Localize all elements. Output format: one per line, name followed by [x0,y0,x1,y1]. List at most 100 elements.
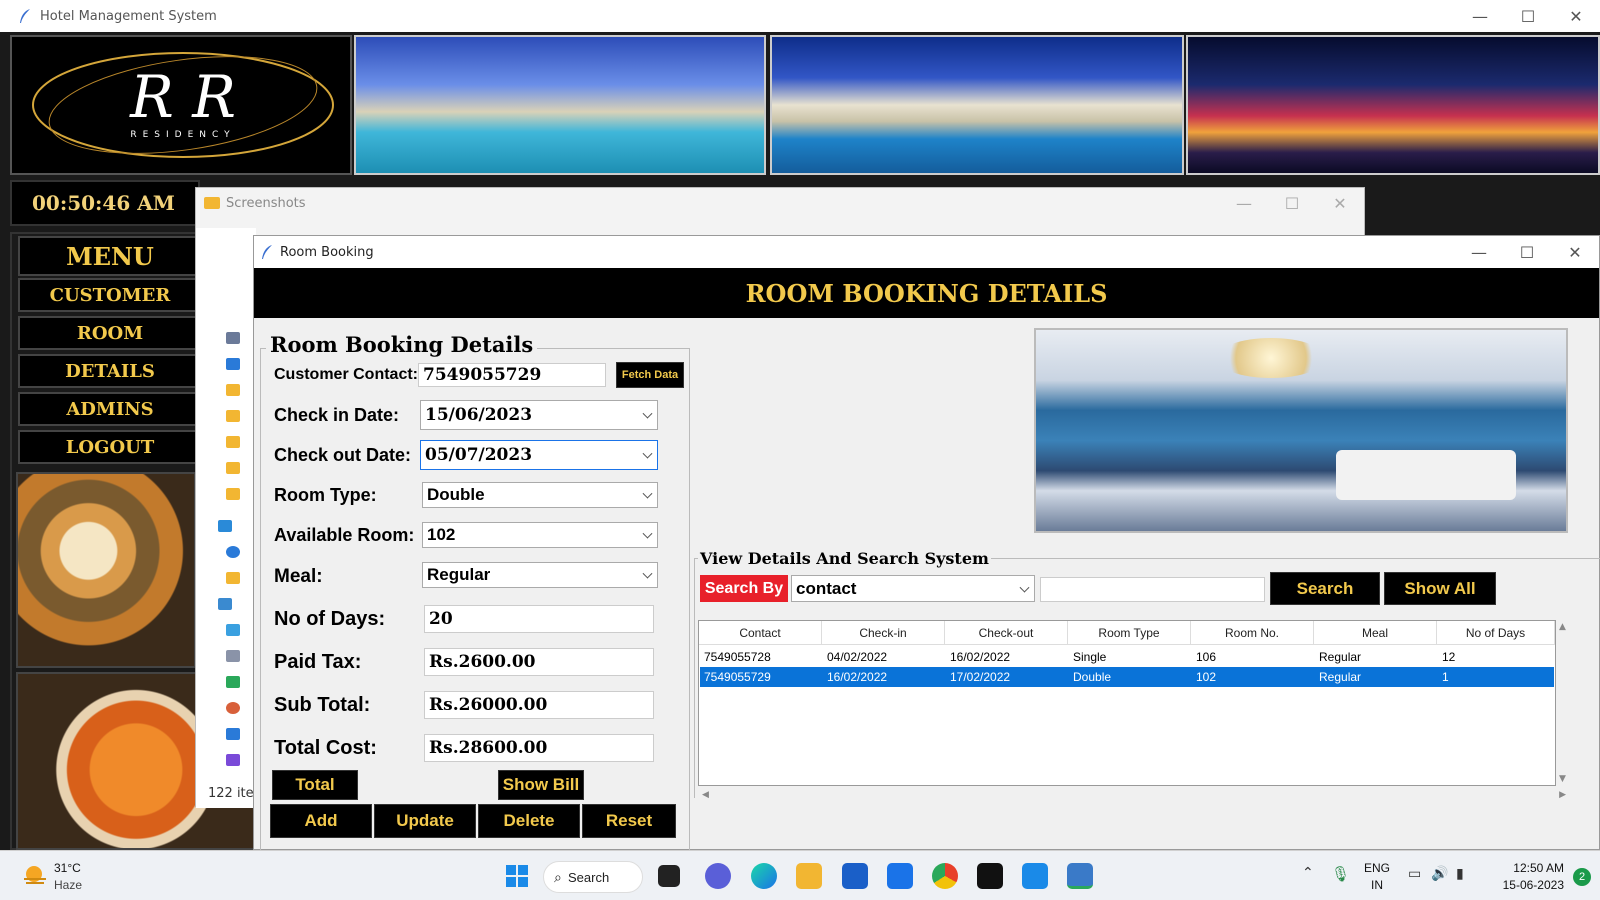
scroll-right-icon[interactable]: ▶ [1559,790,1566,800]
language-indicator-top[interactable]: ENG [1362,861,1392,875]
customer-contact-input[interactable]: 7549055729 [418,363,606,387]
table-cell: 1 [1442,670,1449,684]
notification-badge[interactable]: 2 [1573,868,1591,886]
column-header[interactable]: Room No. [1191,621,1314,645]
menu-title: MENU [18,236,202,276]
windows-start-icon[interactable] [504,863,530,889]
days-label: No of Days: [274,608,386,630]
chevron-down-icon [642,408,653,419]
weather-temperature[interactable]: 31°C [54,861,81,875]
vertical-scrollbar[interactable]: ▲ ▼ [1556,620,1570,786]
update-button[interactable]: Update [374,804,476,838]
subtotal-field[interactable]: Rs.26000.00 [424,691,654,719]
rb-minimize-button[interactable]: — [1455,236,1503,268]
menu-details-button[interactable]: DETAILS [18,354,202,388]
explorer-close-button[interactable]: ✕ [1316,188,1364,218]
column-header[interactable]: Room Type [1068,621,1191,645]
add-button[interactable]: Add [270,804,372,838]
room-booking-titlebar: Room Booking — ☐ ✕ [254,236,1599,268]
tax-field[interactable]: Rs.2600.00 [424,648,654,676]
rb-close-button[interactable]: ✕ [1551,236,1599,268]
food-image-thali [16,472,196,668]
this-pc-icon [218,598,232,610]
file-explorer-icon[interactable] [796,863,822,889]
language-indicator-bottom[interactable]: IN [1362,878,1392,892]
pictures-icon [226,358,240,370]
task-view-icon[interactable] [658,865,680,887]
meal-select[interactable]: Regular [422,562,658,588]
search-button[interactable]: Search [1270,572,1380,605]
chevron-down-icon [642,568,653,579]
booking-table[interactable]: Contact Check-in Check-out Room Type Roo… [698,620,1556,786]
total-button[interactable]: Total [272,770,358,800]
music-icon [226,702,240,714]
check-out-date-picker[interactable]: 05/07/2023 [420,440,658,470]
available-room-select[interactable]: 102 [422,522,658,548]
hotel-image-3 [1186,35,1600,175]
hotel-image-2 [770,35,1184,175]
column-header[interactable]: Check-in [822,621,945,645]
search-input[interactable] [1040,577,1265,602]
menu-admins-button[interactable]: ADMINS [18,392,202,426]
scroll-left-icon[interactable]: ◀ [702,790,709,800]
main-titlebar: Hotel Management System — ☐ ✕ [0,0,1600,32]
volume-icon[interactable]: 🔊 [1431,866,1448,882]
scroll-up-icon[interactable]: ▲ [1559,622,1566,632]
search-by-label: Search By [700,575,788,602]
chevron-down-icon [1019,582,1030,593]
rb-maximize-button[interactable]: ☐ [1503,236,1551,268]
chat-icon[interactable] [705,863,731,889]
onedrive-icon [226,546,240,558]
downloads-icon [226,676,240,688]
show-all-button[interactable]: Show All [1384,572,1496,605]
check-in-date-picker[interactable]: 15/06/2023 [420,400,658,430]
menu-logout-button[interactable]: LOGOUT [18,430,202,464]
python-app-icon[interactable] [1067,863,1093,889]
weather-description[interactable]: Haze [54,878,82,892]
horizontal-scrollbar[interactable]: ◀ ▶ [698,788,1570,802]
menu-room-button[interactable]: ROOM [18,316,202,350]
mail-icon[interactable] [887,863,913,889]
column-header[interactable]: Check-out [945,621,1068,645]
scroll-down-icon[interactable]: ▼ [1559,774,1566,784]
days-input[interactable]: 20 [424,605,654,633]
terminal-icon[interactable] [977,863,1003,889]
search-icon: ⌕ [554,869,562,885]
clock-time[interactable]: 12:50 AM [1484,861,1564,875]
delete-button[interactable]: Delete [478,804,580,838]
chrome-icon[interactable] [932,863,958,889]
store-icon[interactable] [842,863,868,889]
chevron-up-icon[interactable]: ⌃ [1302,865,1314,881]
show-bill-button[interactable]: Show Bill [498,770,584,800]
meal-label: Meal: [274,566,323,587]
table-row[interactable]: 7549055728 04/02/2022 16/02/2022 Single … [700,647,1554,667]
explorer-title: Screenshots [226,195,306,211]
search-field-select[interactable]: contact [791,575,1035,602]
fetch-data-button[interactable]: Fetch Data [616,362,684,388]
close-button[interactable]: ✕ [1552,0,1600,32]
room-type-select[interactable]: Double [422,482,658,508]
edge-browser-icon[interactable] [751,863,777,889]
folder-icon [226,384,240,396]
clock-date[interactable]: 15-06-2023 [1484,878,1564,892]
table-row-selected[interactable]: 7549055729 16/02/2022 17/02/2022 Double … [700,667,1554,687]
column-header[interactable]: Meal [1314,621,1437,645]
search-field-value: contact [796,578,857,598]
column-header[interactable]: No of Days [1437,621,1555,645]
folder-icon [226,436,240,448]
explorer-minimize-button[interactable]: — [1220,188,1268,218]
vscode-icon[interactable] [1022,863,1048,889]
explorer-maximize-button[interactable]: ☐ [1268,188,1316,218]
microphone-icon[interactable]: 🎙 [1331,865,1350,883]
room-booking-header: ROOM BOOKING DETAILS [254,268,1599,318]
total-cost-field[interactable]: Rs.28600.00 [424,734,654,762]
column-header[interactable]: Contact [699,621,822,645]
battery-icon[interactable]: ▮ [1456,866,1464,882]
taskbar-search-label: Search [568,869,610,885]
menu-customer-button[interactable]: CUSTOMER [18,278,202,312]
taskbar-search[interactable]: ⌕ Search [543,861,643,893]
maximize-button[interactable]: ☐ [1504,0,1552,32]
reset-button[interactable]: Reset [582,804,676,838]
minimize-button[interactable]: — [1456,0,1504,32]
network-icon[interactable]: ▭ [1408,866,1421,882]
